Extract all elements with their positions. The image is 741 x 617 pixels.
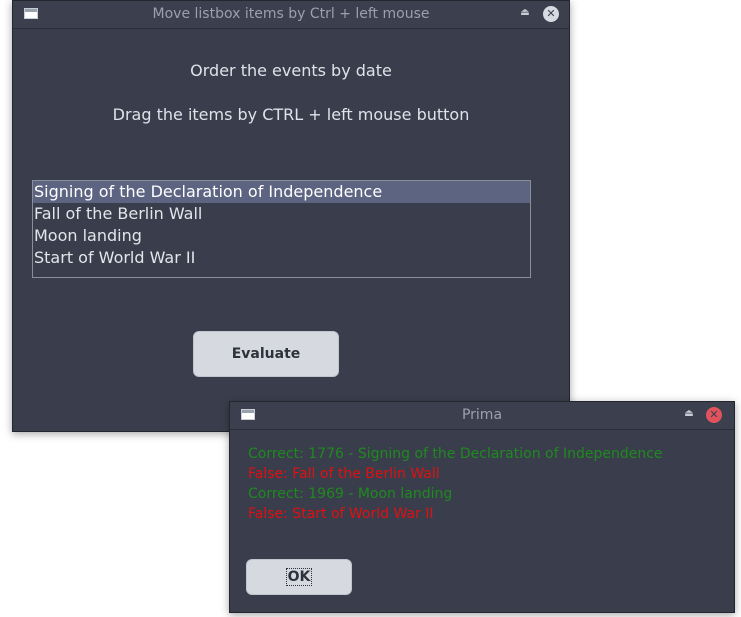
result-dialog: Prima ⏏ ✕ Correct: 1776 - Signing of the… bbox=[229, 401, 735, 613]
list-item[interactable]: Moon landing bbox=[33, 225, 530, 247]
eject-icon[interactable]: ⏏ bbox=[519, 7, 531, 19]
heading-text: Order the events by date bbox=[190, 61, 392, 80]
list-item[interactable]: Fall of the Berlin Wall bbox=[33, 203, 530, 225]
result-line: False: Start of World War II bbox=[248, 506, 434, 522]
close-icon[interactable]: ✕ bbox=[706, 407, 722, 423]
result-line: False: Fall of the Berlin Wall bbox=[248, 466, 440, 482]
events-listbox[interactable]: Signing of the Declaration of Independen… bbox=[32, 180, 531, 278]
main-titlebar[interactable]: Move listbox items by Ctrl + left mouse … bbox=[13, 1, 569, 29]
list-item[interactable]: Signing of the Declaration of Independen… bbox=[33, 181, 530, 203]
main-window: Move listbox items by Ctrl + left mouse … bbox=[12, 0, 570, 432]
instruction-text: Drag the items by CTRL + left mouse butt… bbox=[112, 105, 470, 124]
list-item[interactable]: Start of World War II bbox=[33, 247, 530, 269]
eject-icon[interactable]: ⏏ bbox=[683, 408, 695, 420]
evaluate-button[interactable]: Evaluate bbox=[193, 331, 339, 377]
result-line: Correct: 1776 - Signing of the Declarati… bbox=[248, 446, 663, 462]
ok-label: OK bbox=[285, 568, 313, 586]
result-line: Correct: 1969 - Moon landing bbox=[248, 486, 453, 502]
close-icon[interactable]: ✕ bbox=[543, 6, 559, 22]
dialog-title: Prima bbox=[461, 407, 503, 423]
main-window-title: Move listbox items by Ctrl + left mouse bbox=[152, 6, 430, 22]
ok-button[interactable]: OK bbox=[246, 559, 352, 595]
dialog-titlebar[interactable]: Prima ⏏ ✕ bbox=[230, 402, 734, 430]
